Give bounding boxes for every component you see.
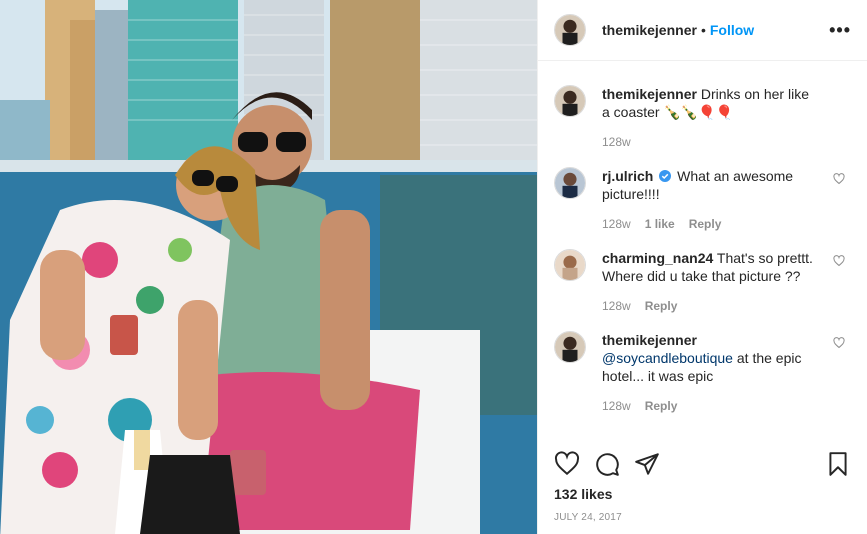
comment-body: themikejenner @soycandleboutique at the … <box>602 331 820 415</box>
comment-time[interactable]: 128w <box>602 215 631 233</box>
verified-badge-icon <box>659 168 672 182</box>
comment-time[interactable]: 128w <box>602 397 631 415</box>
caption-avatar[interactable] <box>554 85 586 117</box>
header-separator: • <box>700 22 706 38</box>
caption-username[interactable]: themikejenner <box>602 86 697 102</box>
caption-meta: 128w <box>602 133 820 151</box>
follow-button[interactable]: Follow <box>710 22 754 38</box>
comment-likes[interactable]: 1 like <box>645 215 675 233</box>
comment-username[interactable]: themikejenner <box>602 332 697 348</box>
comment-meta: 128w 1 like Reply <box>602 215 820 233</box>
comment-avatar[interactable] <box>554 249 586 281</box>
post-panel: themikejenner • Follow ••• themikejenner… <box>537 0 867 534</box>
bookmark-icon[interactable] <box>825 451 851 477</box>
post-actions <box>554 449 851 479</box>
reply-button[interactable]: Reply <box>645 397 678 415</box>
comment-username[interactable]: rj.ulrich <box>602 168 653 184</box>
post-header: themikejenner • Follow ••• <box>538 0 867 61</box>
comment-item: charming_nan24 That's so prettt. Where d… <box>554 249 851 315</box>
photo-illustration <box>0 0 537 534</box>
post-date[interactable]: JULY 24, 2017 <box>554 512 622 523</box>
comment-avatar[interactable] <box>554 331 586 363</box>
comment-body: charming_nan24 That's so prettt. Where d… <box>602 249 820 315</box>
comment-item: themikejenner @soycandleboutique at the … <box>554 331 851 415</box>
comment-meta: 128w Reply <box>602 397 820 415</box>
post-photo[interactable] <box>0 0 537 534</box>
reply-button[interactable]: Reply <box>689 215 722 233</box>
caption: themikejenner Drinks on her like a coast… <box>554 85 851 151</box>
comment-like-heart-icon[interactable] <box>833 337 845 349</box>
comment-username[interactable]: charming_nan24 <box>602 250 713 266</box>
reply-button[interactable]: Reply <box>645 297 678 315</box>
likes-count[interactable]: 132 likes <box>554 486 612 502</box>
comment-like-heart-icon[interactable] <box>833 255 845 267</box>
comment-meta: 128w Reply <box>602 297 820 315</box>
instagram-post: themikejenner • Follow ••• themikejenner… <box>0 0 867 534</box>
comments-list[interactable]: themikejenner Drinks on her like a coast… <box>538 61 867 441</box>
comment-body: rj.ulrich What an awesome picture!!!! 12… <box>602 167 820 233</box>
share-icon[interactable] <box>634 451 660 477</box>
comment-mention[interactable]: @soycandleboutique <box>602 350 733 366</box>
caption-body: themikejenner Drinks on her like a coast… <box>602 85 820 151</box>
caption-time[interactable]: 128w <box>602 133 631 151</box>
author-avatar[interactable] <box>554 14 586 46</box>
comment-like-heart-icon[interactable] <box>833 173 845 185</box>
comment-avatar[interactable] <box>554 167 586 199</box>
author-username[interactable]: themikejenner <box>602 22 697 38</box>
comment-time[interactable]: 128w <box>602 297 631 315</box>
heart-icon[interactable] <box>554 451 580 477</box>
comment-icon[interactable] <box>594 451 620 477</box>
more-options-icon[interactable]: ••• <box>829 20 851 41</box>
comment-item: rj.ulrich What an awesome picture!!!! 12… <box>554 167 851 233</box>
